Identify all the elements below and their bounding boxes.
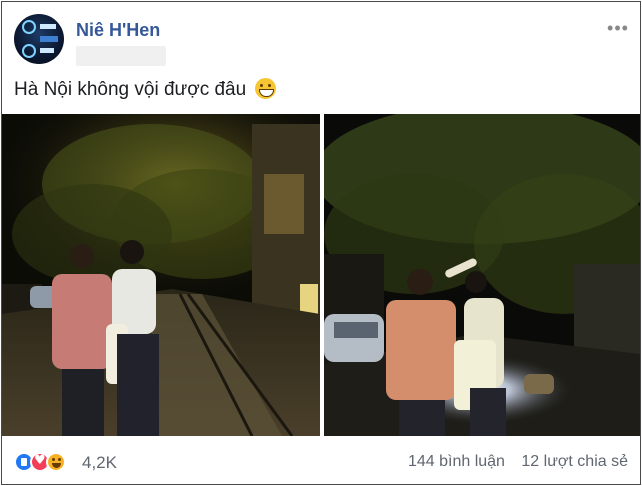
power-icon <box>22 44 36 58</box>
post-text: Hà Nội không vội được đâu <box>14 78 277 101</box>
facebook-post: Niê H'Hen ••• Hà Nội không vội được đâu <box>1 1 641 485</box>
avatar-graphic <box>40 36 58 42</box>
post-header: Niê H'Hen ••• <box>14 14 630 66</box>
avatar-graphic <box>40 48 54 53</box>
night-street-photo-2[interactable] <box>324 114 640 436</box>
reaction-count[interactable]: 4,2K <box>82 453 117 473</box>
share-count[interactable]: 12 lượt chia sẻ <box>521 453 628 470</box>
grinning-face-icon <box>255 78 277 99</box>
comment-count[interactable]: 144 bình luận <box>408 453 505 470</box>
photo-1-art <box>2 114 320 436</box>
timestamp-redacted <box>76 46 166 66</box>
avatar[interactable] <box>14 14 64 64</box>
author-name[interactable]: Niê H'Hen <box>76 20 160 41</box>
avatar-graphic <box>40 24 56 29</box>
more-options-icon[interactable]: ••• <box>606 18 630 42</box>
photo-grid <box>2 114 640 436</box>
haha-icon <box>46 452 66 472</box>
power-icon <box>22 20 36 34</box>
night-street-photo-1[interactable] <box>2 114 320 436</box>
photo-2-art <box>324 114 640 436</box>
post-footer: 4,2K 144 bình luận 12 lượt chia sẻ <box>2 442 640 482</box>
post-message: Hà Nội không vội được đâu <box>14 79 247 100</box>
post-stats: 144 bình luận 12 lượt chia sẻ <box>408 453 628 471</box>
